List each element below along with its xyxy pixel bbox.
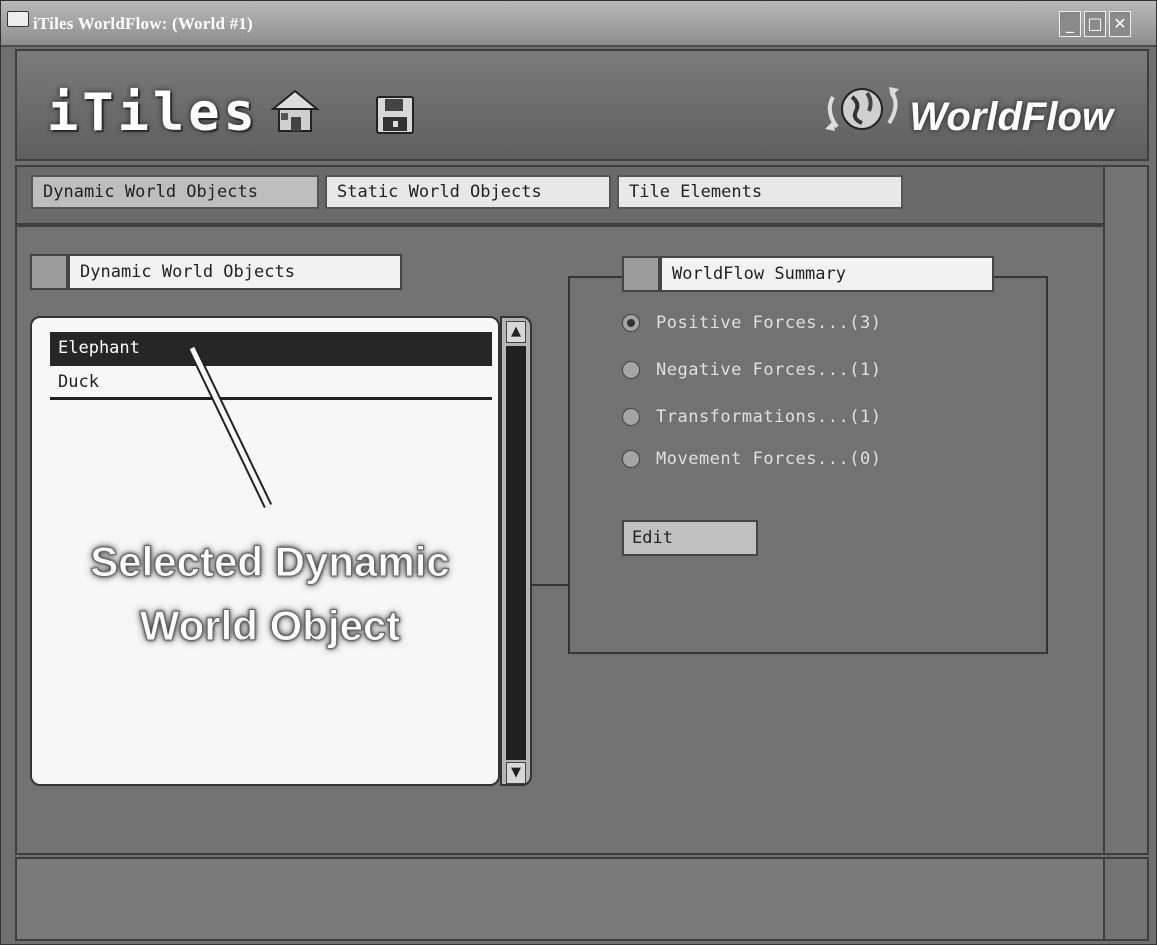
right-gutter-bottom bbox=[1103, 857, 1149, 941]
radio-button[interactable] bbox=[622, 450, 640, 468]
tab-bar: Dynamic World Objects Static World Objec… bbox=[15, 165, 1105, 225]
radio-button[interactable] bbox=[622, 314, 640, 332]
objects-panel-swatch bbox=[30, 254, 68, 290]
tab-static-world-objects[interactable]: Static World Objects bbox=[325, 175, 611, 209]
right-gutter bbox=[1103, 165, 1149, 855]
globe-icon bbox=[825, 87, 899, 131]
scroll-down-icon[interactable]: ▼ bbox=[506, 762, 526, 784]
header-banner: iTiles WorldFlow bbox=[15, 49, 1149, 161]
list-scrollbar[interactable]: ▲ ▼ bbox=[500, 316, 532, 786]
panel-connector bbox=[532, 584, 568, 586]
maximize-button[interactable]: □ bbox=[1084, 11, 1106, 37]
app-icon bbox=[7, 11, 29, 27]
scroll-up-icon[interactable]: ▲ bbox=[506, 321, 526, 343]
tab-dynamic-world-objects[interactable]: Dynamic World Objects bbox=[31, 175, 319, 209]
itiles-logo: iTiles bbox=[47, 83, 259, 143]
status-bar bbox=[15, 857, 1105, 941]
callout-line-1: Selected Dynamic bbox=[90, 538, 451, 586]
radio-button[interactable] bbox=[622, 361, 640, 379]
home-icon[interactable] bbox=[267, 85, 323, 135]
tab-tile-elements[interactable]: Tile Elements bbox=[617, 175, 903, 209]
minimize-button[interactable]: _ bbox=[1059, 11, 1081, 37]
option-label: Transformations...(1) bbox=[656, 407, 882, 427]
edit-button[interactable]: Edit bbox=[622, 520, 758, 556]
option-label: Negative Forces...(1) bbox=[656, 360, 882, 380]
title-bar: iTiles WorldFlow: (World #1) _ □ ✕ bbox=[1, 1, 1156, 47]
option-label: Positive Forces...(3) bbox=[656, 313, 882, 333]
radio-button[interactable] bbox=[622, 408, 640, 426]
callout-line-2: World Object bbox=[139, 602, 401, 650]
list-item-elephant[interactable]: Elephant bbox=[50, 332, 492, 366]
objects-panel-title: Dynamic World Objects bbox=[68, 254, 402, 290]
scroll-track[interactable] bbox=[506, 346, 526, 760]
summary-panel-title: WorldFlow Summary bbox=[660, 256, 994, 292]
summary-panel-swatch bbox=[622, 256, 660, 292]
save-icon[interactable] bbox=[373, 93, 417, 137]
window-title: iTiles WorldFlow: (World #1) bbox=[33, 14, 253, 33]
callout-label: Selected Dynamic World Object bbox=[40, 530, 500, 658]
worldflow-brand: WorldFlow bbox=[909, 95, 1113, 139]
close-button[interactable]: ✕ bbox=[1109, 11, 1131, 37]
option-label: Movement Forces...(0) bbox=[656, 449, 882, 469]
list-item-duck[interactable]: Duck bbox=[50, 366, 492, 400]
